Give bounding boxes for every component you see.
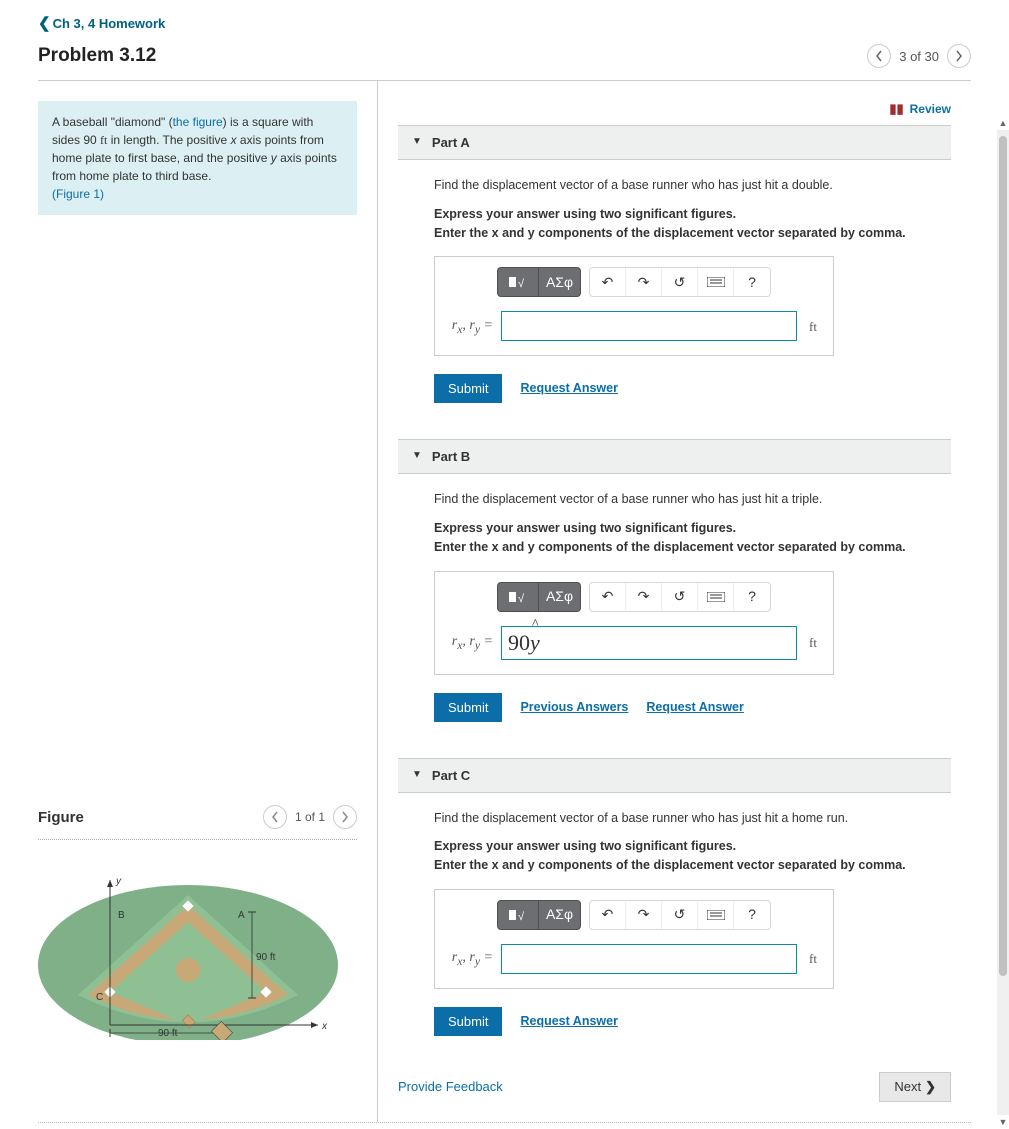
part-a-header[interactable]: ▼ Part A [398, 125, 951, 160]
part-b-prompt: Find the displacement vector of a base r… [434, 490, 951, 509]
part-a-prompt: Find the displacement vector of a base r… [434, 176, 951, 195]
chevron-left-icon: ❮ [38, 14, 51, 32]
reset-button[interactable]: ↺ [662, 901, 698, 929]
part-a-label: Part A [432, 135, 470, 150]
part-c-prompt: Find the displacement vector of a base r… [434, 809, 951, 828]
next-button[interactable]: Next ❯ [879, 1072, 951, 1102]
back-link[interactable]: ❮ Ch 3, 4 Homework [38, 14, 165, 32]
part-a-var: rx, ry = [451, 315, 493, 338]
figure-link[interactable]: the figure [173, 115, 223, 129]
keyboard-button[interactable] [698, 901, 734, 929]
part-b-instr1: Express your answer using two significan… [434, 519, 951, 538]
request-answer-link[interactable]: Request Answer [520, 1012, 617, 1031]
base-C-label: C [96, 992, 103, 1003]
page-title: Problem 3.12 [38, 45, 156, 67]
figure-heading: Figure [38, 809, 84, 826]
redo-button[interactable]: ↷ [626, 583, 662, 611]
part-b-input[interactable]: 90^y [501, 626, 797, 660]
template-button[interactable]: √ [497, 267, 539, 297]
template-button[interactable]: √ [497, 900, 539, 930]
part-c-var: rx, ry = [451, 947, 493, 970]
greek-button[interactable]: ΑΣφ [539, 267, 581, 297]
part-a-input[interactable] [501, 311, 797, 341]
caret-down-icon: ▼ [412, 769, 422, 780]
provide-feedback-link[interactable]: Provide Feedback [398, 1079, 503, 1094]
undo-button[interactable]: ↶ [590, 583, 626, 611]
base-A-label: A [238, 910, 245, 921]
request-answer-link[interactable]: Request Answer [520, 379, 617, 398]
svg-text:√: √ [518, 911, 525, 923]
template-button[interactable]: √ [497, 582, 539, 612]
problem-description: A baseball "diamond" (the figure) is a s… [38, 101, 357, 215]
review-label: Review [910, 102, 951, 116]
part-a-answer-box: √ ΑΣφ ↶ ↷ ↺ ? rx, ry = [434, 256, 834, 356]
greek-button[interactable]: ΑΣφ [539, 582, 581, 612]
part-b-instr2: Enter the x and y components of the disp… [434, 538, 951, 557]
previous-answers-link[interactable]: Previous Answers [520, 698, 628, 717]
prev-figure-button[interactable] [263, 805, 287, 829]
base-B-label: B [118, 910, 125, 921]
figure-pager-label: 1 of 1 [295, 810, 325, 824]
axis-x-label: x [321, 1021, 328, 1032]
submit-button[interactable]: Submit [434, 693, 502, 722]
caret-down-icon: ▼ [412, 136, 422, 147]
part-b-answer-box: √ ΑΣφ ↶ ↷ ↺ ? rx, ry = [434, 571, 834, 675]
review-link[interactable]: ▮▮ Review [398, 89, 991, 125]
caret-down-icon: ▼ [412, 450, 422, 461]
keyboard-button[interactable] [698, 583, 734, 611]
help-button[interactable]: ? [734, 268, 770, 296]
svg-text:√: √ [518, 278, 525, 290]
flag-icon: ▮▮ [889, 101, 903, 117]
figure-ref-link[interactable]: (Figure 1) [52, 187, 104, 201]
chevron-right-icon: ❯ [925, 1079, 936, 1095]
part-a-unit: ft [809, 317, 817, 337]
part-b-label: Part B [432, 449, 470, 464]
part-a-instr2: Enter the x and y components of the disp… [434, 224, 951, 243]
prev-problem-button[interactable] [867, 44, 891, 68]
baseball-field-figure: x y A B C 90 ft 90 ft [38, 850, 338, 1040]
next-problem-button[interactable] [947, 44, 971, 68]
greek-button[interactable]: ΑΣφ [539, 900, 581, 930]
reset-button[interactable]: ↺ [662, 583, 698, 611]
part-c-answer-box: √ ΑΣφ ↶ ↷ ↺ ? rx, ry = [434, 889, 834, 989]
pager-label: 3 of 30 [899, 49, 939, 64]
request-answer-link[interactable]: Request Answer [646, 698, 743, 717]
axis-y-label: y [115, 876, 122, 887]
next-figure-button[interactable] [333, 805, 357, 829]
part-c-input[interactable] [501, 944, 797, 974]
part-c-label: Part C [432, 768, 470, 783]
part-b-var: rx, ry = [451, 631, 493, 654]
submit-button[interactable]: Submit [434, 1007, 502, 1036]
reset-button[interactable]: ↺ [662, 268, 698, 296]
part-c-unit: ft [809, 949, 817, 969]
undo-button[interactable]: ↶ [590, 268, 626, 296]
part-c-instr2: Enter the x and y components of the disp… [434, 856, 951, 875]
redo-button[interactable]: ↷ [626, 268, 662, 296]
undo-button[interactable]: ↶ [590, 901, 626, 929]
keyboard-button[interactable] [698, 268, 734, 296]
dim-90b-label: 90 ft [158, 1028, 178, 1039]
part-b-header[interactable]: ▼ Part B [398, 439, 951, 474]
svg-text:√: √ [518, 593, 525, 605]
part-a-instr1: Express your answer using two significan… [434, 205, 951, 224]
part-c-header[interactable]: ▼ Part C [398, 758, 951, 793]
dim-90a-label: 90 ft [256, 952, 276, 963]
back-link-label: Ch 3, 4 Homework [53, 16, 166, 31]
submit-button[interactable]: Submit [434, 374, 502, 403]
part-b-unit: ft [809, 633, 817, 653]
next-label: Next [894, 1079, 921, 1094]
redo-button[interactable]: ↷ [626, 901, 662, 929]
part-c-instr1: Express your answer using two significan… [434, 837, 951, 856]
help-button[interactable]: ? [734, 901, 770, 929]
help-button[interactable]: ? [734, 583, 770, 611]
